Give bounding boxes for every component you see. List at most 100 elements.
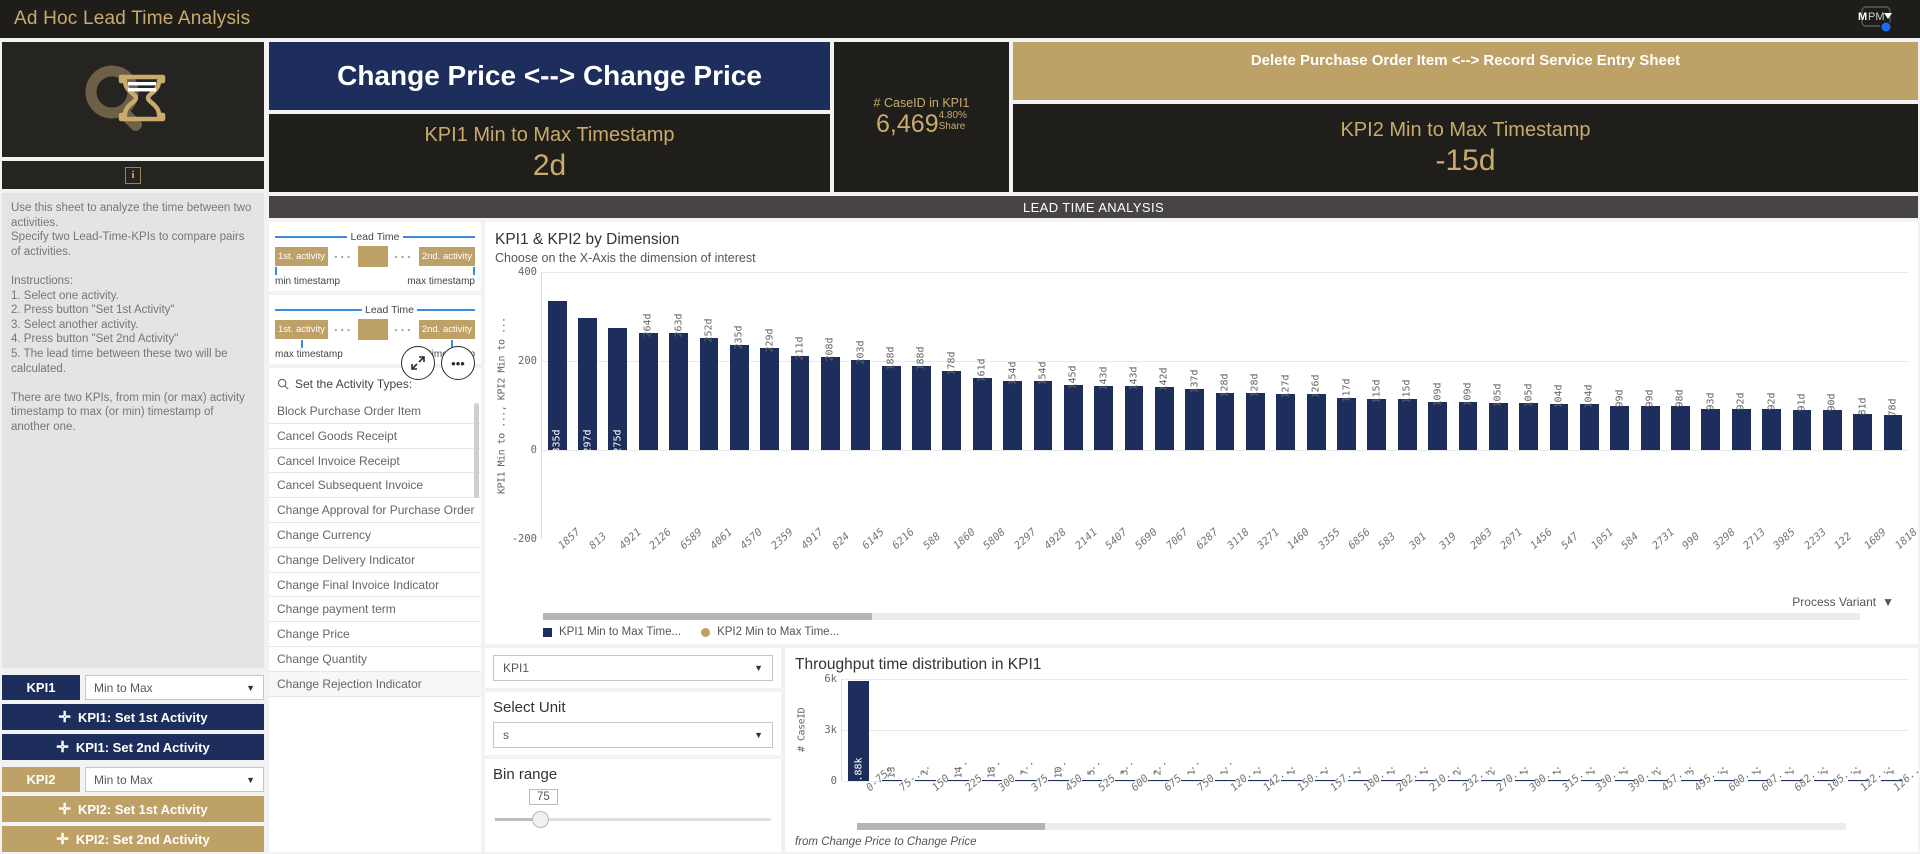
bar-slot[interactable]: 90d bbox=[1817, 272, 1847, 450]
unit-select[interactable]: s ▼ bbox=[493, 722, 773, 748]
activity-list-item[interactable]: Change payment term bbox=[269, 597, 481, 623]
bar[interactable]: 145d bbox=[1063, 366, 1083, 450]
bar-slot[interactable]: 297d bbox=[572, 272, 602, 454]
bar[interactable]: 143d bbox=[1124, 367, 1144, 450]
bar-slot[interactable]: 208d bbox=[815, 272, 845, 450]
bar-slot[interactable]: 335d bbox=[542, 272, 572, 454]
bar-slot[interactable]: 104d bbox=[1574, 272, 1604, 450]
legend-item-kpi1[interactable]: KPI1 Min to Max Time... bbox=[543, 626, 681, 638]
bar-slot[interactable]: 115d bbox=[1362, 272, 1392, 450]
bar-slot[interactable]: 188d bbox=[906, 272, 936, 450]
bar[interactable]: 211d bbox=[790, 337, 810, 450]
bar-slot[interactable]: 264d bbox=[633, 272, 663, 450]
expand-icon[interactable] bbox=[401, 346, 435, 380]
bar-slot[interactable]: 128d bbox=[1210, 272, 1240, 450]
lead-time-diagram-2[interactable]: Lead Time 1st. activity ∘∘∘ ∘∘∘ 2nd. act… bbox=[269, 295, 481, 380]
dist-scroll-thumb[interactable] bbox=[857, 823, 1045, 830]
bar-slot[interactable]: 142d bbox=[1149, 272, 1179, 450]
bar-slot[interactable]: 275d bbox=[603, 272, 633, 454]
bar-slot[interactable]: 188d bbox=[876, 272, 906, 450]
bar[interactable]: 127d bbox=[1276, 374, 1296, 450]
bar[interactable]: 98d bbox=[1671, 390, 1690, 450]
bar[interactable]: 81d bbox=[1853, 397, 1873, 450]
activity-list-item[interactable]: Cancel Invoice Receipt bbox=[269, 449, 481, 474]
bar-slot[interactable]: 252d bbox=[694, 272, 724, 450]
bar[interactable]: 78d bbox=[1883, 399, 1903, 450]
bar[interactable]: 117d bbox=[1337, 378, 1356, 450]
bar-slot[interactable]: 145d bbox=[1058, 272, 1088, 450]
kpi2-set-1st-activity-button[interactable]: ✛ KPI2: Set 1st Activity bbox=[2, 796, 264, 822]
bar-slot[interactable]: 128d bbox=[1240, 272, 1270, 450]
bar[interactable]: 264d bbox=[638, 313, 658, 450]
bar-slot[interactable]: 99d bbox=[1605, 272, 1635, 450]
bar-slot[interactable]: 126d bbox=[1301, 272, 1331, 450]
bar[interactable]: 208d bbox=[821, 338, 840, 450]
kpi1-set-1st-activity-button[interactable]: ✛ KPI1: Set 1st Activity bbox=[2, 704, 264, 730]
bar[interactable]: 188d bbox=[912, 347, 931, 450]
dimension-select-button[interactable]: Process Variant ▼ bbox=[1792, 595, 1894, 609]
chart-horizontal-scrollbar[interactable] bbox=[543, 613, 1860, 620]
bar[interactable]: 109d bbox=[1458, 382, 1478, 450]
activity-list-item[interactable]: Cancel Goods Receipt bbox=[269, 424, 481, 449]
bar[interactable]: 105d bbox=[1488, 384, 1508, 450]
bar[interactable]: 128d bbox=[1246, 374, 1265, 450]
activity-list-item[interactable]: Change Currency bbox=[269, 523, 481, 548]
bar[interactable]: 99d bbox=[1640, 389, 1660, 450]
activity-scrollbar[interactable] bbox=[474, 403, 479, 498]
bar-slot[interactable]: 115d bbox=[1392, 272, 1422, 450]
bar-slot[interactable]: 178d bbox=[937, 272, 967, 450]
bin-range-slider[interactable]: 75 bbox=[493, 789, 773, 835]
bar[interactable]: 161d bbox=[972, 359, 992, 450]
bar[interactable]: 235d bbox=[729, 326, 749, 450]
bar[interactable]: 90d bbox=[1822, 393, 1842, 450]
bar[interactable]: 99d bbox=[1610, 389, 1630, 450]
bar[interactable]: 104d bbox=[1549, 384, 1569, 450]
bar-slot[interactable]: 92d bbox=[1756, 272, 1786, 450]
more-options-icon[interactable]: ••• bbox=[441, 346, 475, 380]
info-icon[interactable]: i bbox=[125, 166, 141, 184]
bar-slot[interactable]: 105d bbox=[1483, 272, 1513, 450]
bar-slot[interactable]: 263d bbox=[663, 272, 693, 450]
activity-list-item[interactable]: Cancel Subsequent Invoice bbox=[269, 473, 481, 499]
bar[interactable]: 93d bbox=[1701, 392, 1721, 450]
activity-list-item[interactable]: Change Price bbox=[269, 622, 481, 647]
info-card[interactable]: i bbox=[2, 161, 264, 189]
bar[interactable]: 128d bbox=[1215, 374, 1235, 450]
bar-slot[interactable]: 5.88k bbox=[842, 679, 875, 788]
legend-item-kpi2[interactable]: KPI2 Min to Max Time... bbox=[701, 626, 839, 638]
bar[interactable]: 203d bbox=[851, 340, 871, 450]
bar[interactable]: 263d bbox=[669, 313, 689, 450]
kpi2-set-2nd-activity-button[interactable]: ✛ KPI2: Set 2nd Activity bbox=[2, 826, 264, 852]
bar[interactable]: 115d bbox=[1397, 379, 1417, 450]
bar-slot[interactable]: 161d bbox=[967, 272, 997, 450]
bar-slot[interactable]: 98d bbox=[1665, 272, 1695, 450]
bar[interactable]: 126d bbox=[1306, 374, 1326, 450]
activity-list-item[interactable]: Change Approval for Purchase Order bbox=[269, 498, 481, 523]
bar-slot[interactable]: 81d bbox=[1847, 272, 1877, 450]
activity-list[interactable]: Set the Activity Types: Block Purchase O… bbox=[269, 368, 481, 852]
bar[interactable]: 137d bbox=[1185, 370, 1205, 450]
lead-time-diagram-1[interactable]: Lead Time 1st. activity ∘∘∘ ∘∘∘ 2nd. act… bbox=[269, 222, 481, 291]
activity-list-item[interactable]: Change Final Invoice Indicator bbox=[269, 573, 481, 598]
kpi-select[interactable]: KPI1 ▼ bbox=[493, 655, 773, 681]
activity-list-item[interactable]: Block Purchase Order Item bbox=[269, 399, 481, 424]
bar[interactable]: 188d bbox=[881, 347, 901, 450]
chart-scroll-thumb[interactable] bbox=[543, 613, 873, 620]
activity-list-item[interactable]: Change Quantity bbox=[269, 647, 481, 672]
bar-slot[interactable]: 203d bbox=[846, 272, 876, 450]
bar-slot[interactable]: 127d bbox=[1271, 272, 1301, 450]
bar-slot[interactable]: 137d bbox=[1180, 272, 1210, 450]
bar-slot[interactable]: 78d bbox=[1878, 272, 1908, 450]
bar-slot[interactable]: 143d bbox=[1119, 272, 1149, 450]
bar[interactable]: 5.88k bbox=[848, 681, 869, 788]
kpi1-set-2nd-activity-button[interactable]: ✛ KPI1: Set 2nd Activity bbox=[2, 734, 264, 760]
bar[interactable]: 154d bbox=[1003, 362, 1022, 450]
bar[interactable]: 154d bbox=[1033, 362, 1053, 450]
bar-slot[interactable]: 154d bbox=[1028, 272, 1058, 450]
bar-slot[interactable]: 117d bbox=[1331, 272, 1361, 450]
bar-slot[interactable]: 235d bbox=[724, 272, 754, 450]
bar[interactable]: 335d bbox=[547, 300, 567, 454]
bar[interactable]: 229d bbox=[760, 329, 780, 450]
bar[interactable]: 104d bbox=[1579, 384, 1599, 450]
bar-slot[interactable]: 93d bbox=[1696, 272, 1726, 450]
